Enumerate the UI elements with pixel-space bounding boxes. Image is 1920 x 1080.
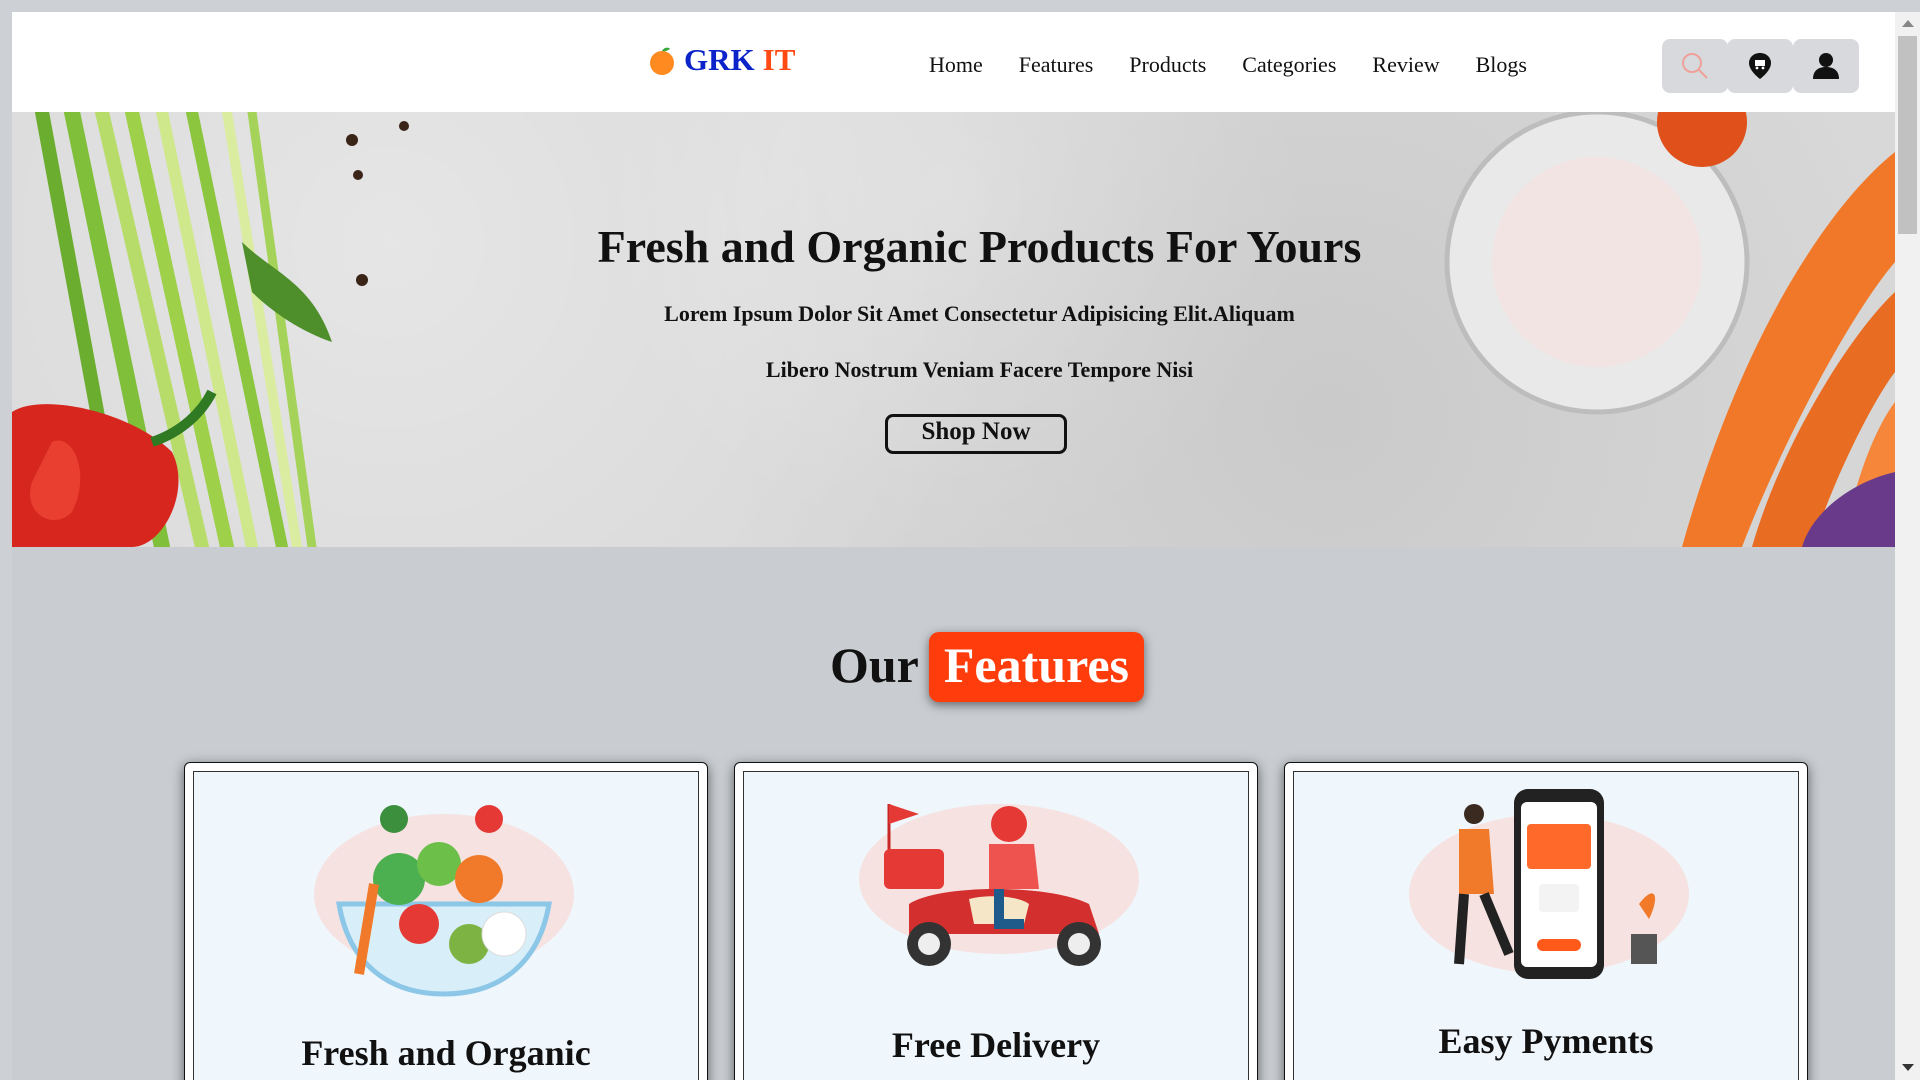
features-heading: Our Features: [12, 632, 1895, 702]
scroll-down-arrow[interactable]: [1902, 1064, 1914, 1071]
logo-text-it: IT: [762, 42, 796, 77]
phone-payment-illustration: [1409, 789, 1689, 979]
scrollbar-thumb[interactable]: [1898, 36, 1917, 234]
nav-blogs[interactable]: Blogs: [1476, 52, 1527, 78]
cart-location-icon: [1749, 53, 1771, 79]
site-header: GRK IT Home Features Products Categories…: [12, 12, 1895, 112]
shop-now-button[interactable]: Shop Now: [885, 414, 1067, 454]
nav-products[interactable]: Products: [1129, 52, 1206, 78]
salt-bowl-carrot-image: [1444, 112, 1895, 547]
nav-review[interactable]: Review: [1372, 52, 1439, 78]
search-icon: [1682, 53, 1708, 79]
hero-banner: Fresh and Organic Products For Yours Lor…: [12, 112, 1895, 547]
features-heading-plain: Our: [829, 637, 919, 693]
feature-title-delivery: Free Delivery: [891, 1025, 1101, 1065]
cart-button[interactable]: [1727, 39, 1793, 93]
vertical-scrollbar[interactable]: [1895, 12, 1920, 1080]
hero-title: Fresh and Organic Products For Yours: [597, 221, 1362, 272]
nav-home[interactable]: Home: [929, 52, 983, 78]
hero-subtitle-line2: Libero Nostrum Veniam Facere Tempore Nis…: [765, 357, 1194, 382]
feature-title-fresh: Fresh and Organic: [301, 1033, 591, 1073]
orange-icon: [650, 47, 674, 75]
features-heading-badge: Features: [928, 632, 1145, 702]
feature-card-inner: Fresh and Organic: [193, 771, 699, 1080]
search-button[interactable]: [1662, 39, 1728, 93]
nav-categories[interactable]: Categories: [1242, 52, 1336, 78]
feature-card-fresh[interactable]: Fresh and Organic: [184, 762, 708, 1080]
account-button[interactable]: [1793, 39, 1859, 93]
feature-card-payments[interactable]: Easy Pyments: [1284, 762, 1808, 1080]
site-logo[interactable]: GRK IT: [646, 42, 795, 78]
delivery-scooter-illustration: [859, 804, 1139, 966]
vegetable-bowl-illustration: [314, 805, 574, 997]
logo-text-grk: GRK: [684, 42, 755, 77]
scroll-up-arrow[interactable]: [1902, 20, 1914, 27]
feature-card-delivery[interactable]: Free Delivery: [734, 762, 1258, 1080]
hero-subtitle-line1: Lorem Ipsum Dolor Sit Amet Consectetur A…: [664, 301, 1295, 326]
nav-features[interactable]: Features: [1019, 52, 1094, 78]
page-viewport: GRK IT Home Features Products Categories…: [12, 12, 1895, 1080]
feature-card-inner: Free Delivery: [743, 771, 1249, 1080]
feature-card-inner: Easy Pyments: [1293, 771, 1799, 1080]
feature-title-payments: Easy Pyments: [1438, 1021, 1654, 1061]
main-nav: Home Features Products Categories Review…: [929, 52, 1563, 78]
spring-onion-pepper-image: [12, 112, 332, 547]
user-icon: [1813, 53, 1839, 79]
